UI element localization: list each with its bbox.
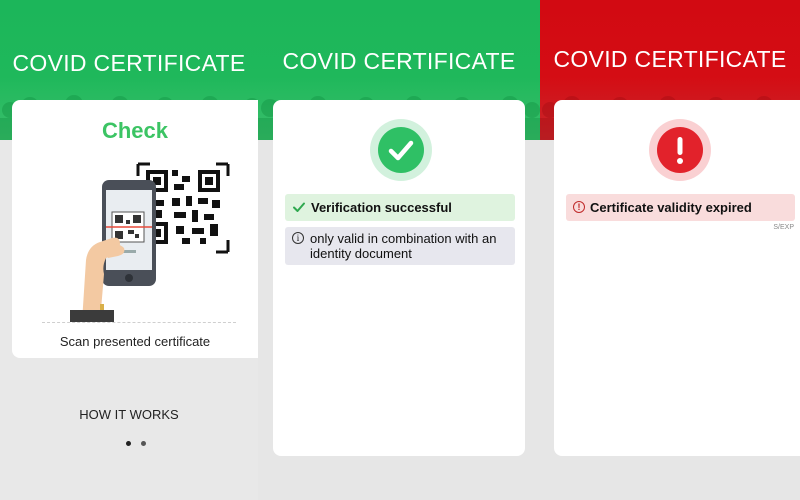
- check-heading: Check: [101, 118, 169, 143]
- info-icon: i: [292, 232, 304, 244]
- info-text: only valid in combination with an identi…: [310, 231, 497, 261]
- alert-icon: !: [573, 201, 585, 213]
- app-screens: COVID CERTIFICATE Check Scan presented c…: [0, 0, 800, 500]
- invalid-result-screen: COVID CERTIFICATE ! Certificate validity…: [540, 0, 800, 500]
- app-title: COVID CERTIFICATE: [553, 46, 787, 72]
- valid-result-screen: COVID CERTIFICATE Verification successfu…: [258, 0, 540, 500]
- identity-info-banner: i only valid in combination with an iden…: [285, 227, 515, 265]
- error-text: Certificate validity expired: [590, 200, 752, 215]
- check-card[interactable]: Check Scan presented certificate: [12, 100, 258, 358]
- small-check-icon: [293, 202, 305, 212]
- divider: [42, 322, 236, 323]
- error-code: S/EXP: [773, 224, 794, 231]
- check-icon: [388, 140, 414, 161]
- scan-illustration: [70, 162, 230, 322]
- scan-instruction: Scan presented certificate: [59, 334, 211, 349]
- pager-dots[interactable]: [126, 433, 156, 451]
- success-text: Verification successful: [311, 200, 452, 215]
- validity-expired-banner: ! Certificate validity expired: [566, 194, 795, 221]
- result-card: Verification successful i only valid in …: [273, 100, 525, 456]
- check-screen: COVID CERTIFICATE Check Scan presented c…: [0, 0, 258, 500]
- smartphone-icon: [102, 180, 156, 286]
- app-title: COVID CERTIFICATE: [282, 48, 516, 74]
- exclamation-icon: [677, 137, 683, 164]
- pager-dot-1[interactable]: [126, 441, 131, 446]
- status-success-badge: [370, 119, 432, 181]
- pager-dot-2[interactable]: [141, 441, 146, 446]
- how-it-works-link[interactable]: HOW IT WORKS: [0, 407, 258, 422]
- result-card: ! Certificate validity expired S/EXP: [554, 100, 800, 456]
- app-title: COVID CERTIFICATE: [12, 50, 246, 76]
- verification-success-banner: Verification successful: [285, 194, 515, 221]
- status-error-badge: [649, 119, 711, 181]
